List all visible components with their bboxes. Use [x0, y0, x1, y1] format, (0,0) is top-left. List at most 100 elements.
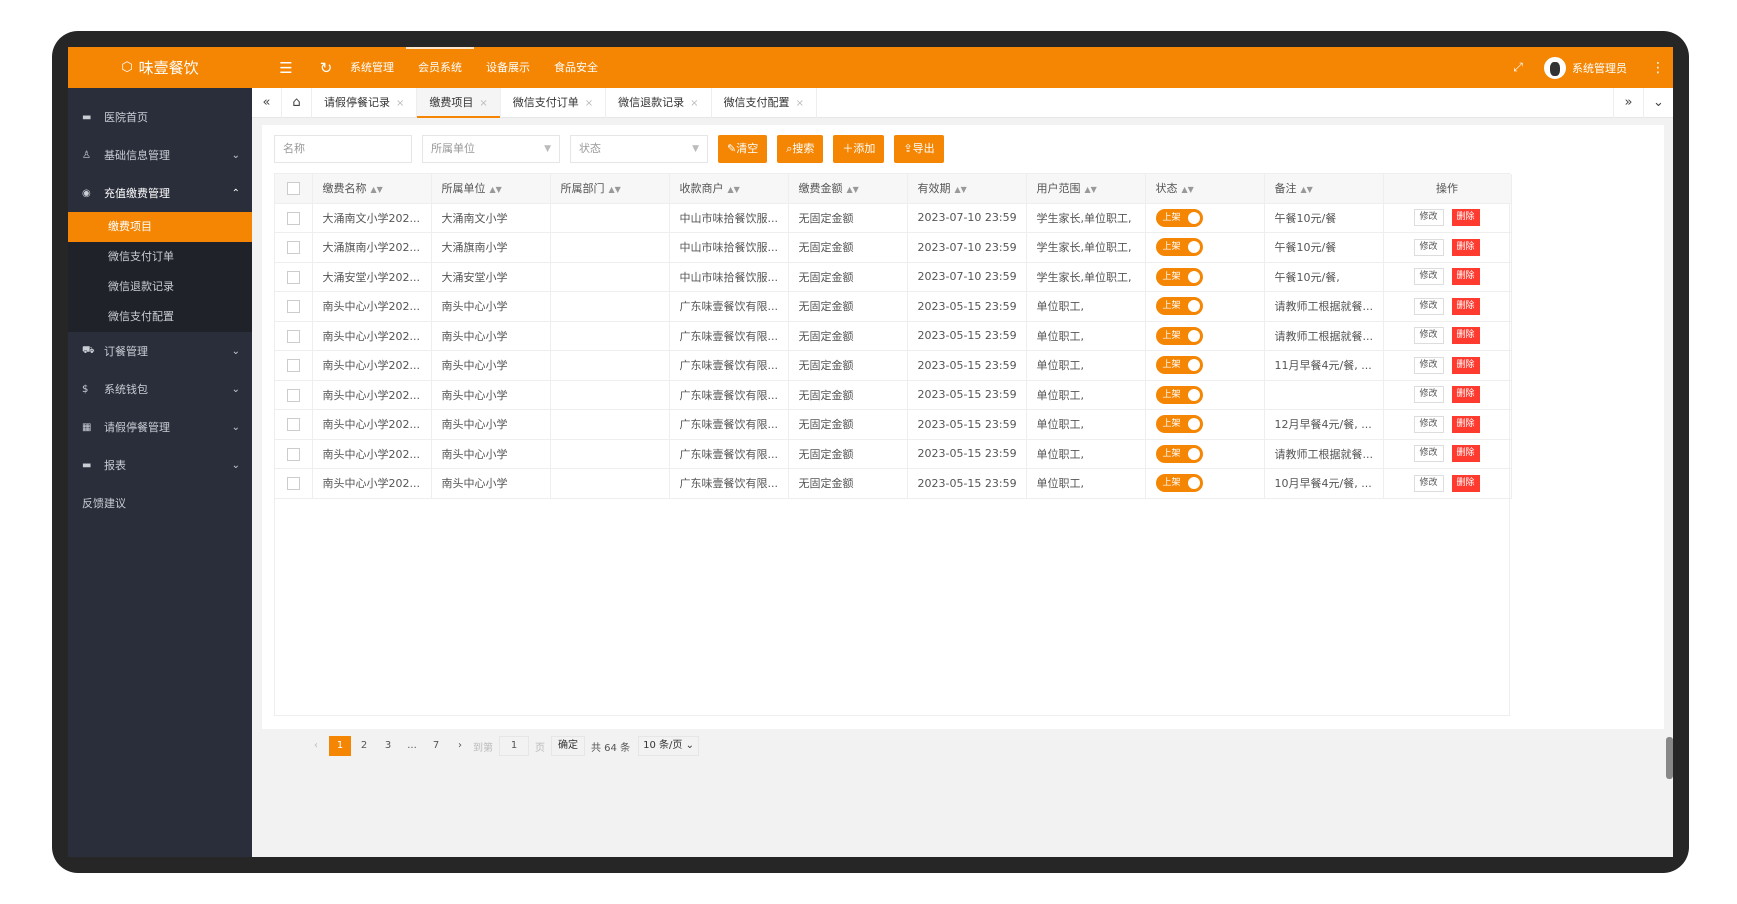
topnav-item-device[interactable]: 设备展示	[474, 47, 542, 88]
tab-wechat-orders[interactable]: 微信支付订单 ×	[501, 87, 607, 118]
tabs-scroll-right-icon[interactable]: »	[1613, 88, 1643, 118]
edit-button[interactable]: 修改	[1413, 415, 1444, 433]
page-button[interactable]: 2	[353, 736, 375, 756]
user-name[interactable]: 系统管理员	[1572, 60, 1627, 76]
row-checkbox[interactable]	[275, 409, 313, 440]
row-checkbox[interactable]	[275, 262, 313, 292]
delete-button[interactable]: 删除	[1451, 386, 1480, 404]
status-toggle[interactable]: 上架	[1155, 385, 1203, 404]
table-row[interactable]: 南头中心小学202... 南头中心小学 广东味壹餐饮有限... 无固定金额 2023-0…	[275, 380, 1512, 410]
delete-button[interactable]: 删除	[1451, 209, 1480, 227]
add-button[interactable]: ＋添加	[833, 135, 885, 163]
status-toggle[interactable]: 上架	[1155, 326, 1203, 345]
close-icon[interactable]: ×	[796, 98, 804, 109]
page-button[interactable]: 7	[425, 736, 447, 756]
status-select[interactable]: 状态 ▼	[570, 135, 708, 163]
home-icon[interactable]: ⌂	[282, 87, 312, 118]
close-icon[interactable]: ×	[396, 98, 404, 109]
table-row[interactable]: 南头中心小学202... 南头中心小学 广东味壹餐饮有限... 无固定金额 2023-0…	[275, 439, 1512, 469]
topnav-item-food-safety[interactable]: 食品安全	[542, 47, 610, 88]
table-row[interactable]: 大涌南文小学202... 大涌南文小学 中山市味拾餐饮服... 无固定金额 2023-0…	[275, 203, 1512, 233]
menu-toggle-icon[interactable]: ☰	[266, 59, 306, 77]
goto-page-input[interactable]: 1	[499, 736, 529, 756]
edit-button[interactable]: 修改	[1413, 268, 1444, 286]
column-header[interactable]: 收款商户 ▲▼	[669, 174, 789, 204]
status-toggle[interactable]: 上架	[1155, 444, 1203, 463]
status-toggle[interactable]: 上架	[1155, 267, 1203, 286]
sidebar-item-home[interactable]: ▬ 医院首页	[68, 98, 252, 136]
delete-button[interactable]: 删除	[1451, 238, 1480, 256]
tab-payment-items[interactable]: 缴费项目 ×	[417, 87, 501, 118]
page-button[interactable]: 1	[329, 736, 351, 756]
table-row[interactable]: 南头中心小学202... 南头中心小学 广东味壹餐饮有限... 无固定金额 2023-0…	[275, 350, 1512, 381]
page-size-select[interactable]: 10 条/页 ⌄	[638, 736, 699, 756]
sidebar-item-leave[interactable]: ▦ 请假停餐管理 ⌄	[68, 408, 252, 446]
tab-wechat-refunds[interactable]: 微信退款记录 ×	[606, 87, 712, 118]
avatar[interactable]	[1544, 56, 1566, 79]
subnav-item-payment-items[interactable]: 缴费项目	[68, 212, 252, 242]
sidebar-item-feedback[interactable]: 反馈建议	[68, 484, 252, 522]
status-toggle[interactable]: 上架	[1155, 474, 1203, 493]
delete-button[interactable]: 删除	[1451, 356, 1480, 374]
tabs-scroll-left-icon[interactable]: «	[252, 87, 282, 118]
row-checkbox[interactable]	[275, 439, 313, 469]
select-all-checkbox[interactable]	[275, 174, 313, 204]
subnav-item-wechat-orders[interactable]: 微信支付订单	[68, 242, 252, 272]
row-checkbox[interactable]	[275, 350, 313, 381]
subnav-item-wechat-config[interactable]: 微信支付配置	[68, 302, 252, 332]
row-checkbox[interactable]	[275, 380, 313, 410]
edit-button[interactable]: 修改	[1413, 209, 1444, 227]
fullscreen-icon[interactable]: ⤢	[1498, 60, 1538, 75]
sidebar-item-wallet[interactable]: $ 系统钱包 ⌄	[68, 370, 252, 408]
close-icon[interactable]: ×	[690, 98, 698, 109]
brand[interactable]: ⬡ 味壹餐饮	[68, 47, 252, 88]
table-row[interactable]: 南头中心小学202... 南头中心小学 广东味壹餐饮有限... 无固定金额 2023-0…	[275, 291, 1512, 322]
row-checkbox[interactable]	[275, 203, 313, 233]
delete-button[interactable]: 删除	[1451, 268, 1480, 286]
close-icon[interactable]: ×	[585, 98, 593, 109]
delete-button[interactable]: 删除	[1451, 297, 1480, 315]
column-header[interactable]: 所属单位 ▲▼	[431, 174, 551, 204]
status-toggle[interactable]: 上架	[1155, 415, 1203, 434]
delete-button[interactable]: 删除	[1451, 474, 1480, 492]
sidebar-item-basic-info[interactable]: ♙ 基础信息管理 ⌄	[68, 136, 252, 174]
clear-button[interactable]: ✎清空	[718, 135, 768, 163]
column-header[interactable]: 状态 ▲▼	[1145, 174, 1265, 204]
row-checkbox[interactable]	[275, 468, 313, 499]
delete-button[interactable]: 删除	[1451, 415, 1480, 433]
chevron-down-icon[interactable]: ⌄	[1643, 88, 1673, 118]
next-page-icon[interactable]: ›	[449, 736, 471, 756]
edit-button[interactable]: 修改	[1413, 327, 1444, 345]
edit-button[interactable]: 修改	[1413, 238, 1444, 256]
unit-select[interactable]: 所属单位 ▼	[422, 135, 560, 163]
subnav-item-wechat-refunds[interactable]: 微信退款记录	[68, 272, 252, 302]
column-header[interactable]: 有效期 ▲▼	[907, 174, 1027, 204]
tab-wechat-config[interactable]: 微信支付配置 ×	[712, 87, 817, 118]
column-header[interactable]: 所属部门 ▲▼	[550, 174, 670, 204]
delete-button[interactable]: 删除	[1451, 445, 1480, 463]
column-header[interactable]: 用户范围 ▲▼	[1026, 174, 1146, 204]
sidebar-item-recharge[interactable]: ◉ 充值缴费管理 ⌃	[68, 174, 252, 212]
row-checkbox[interactable]	[275, 291, 313, 322]
edit-button[interactable]: 修改	[1413, 474, 1444, 492]
table-row[interactable]: 南头中心小学202... 南头中心小学 广东味壹餐饮有限... 无固定金额 2023-0…	[275, 468, 1512, 499]
edit-button[interactable]: 修改	[1413, 386, 1444, 404]
column-header[interactable]: 备注 ▲▼	[1264, 174, 1384, 204]
page-button[interactable]: 3	[377, 736, 399, 756]
topnav-item-member[interactable]: 会员系统	[406, 47, 474, 88]
edit-button[interactable]: 修改	[1413, 297, 1444, 315]
prev-page-icon[interactable]: ‹	[305, 736, 327, 756]
status-toggle[interactable]: 上架	[1155, 238, 1203, 257]
column-header[interactable]: 缴费金额 ▲▼	[788, 174, 908, 204]
edit-button[interactable]: 修改	[1413, 356, 1444, 374]
search-button[interactable]: ⌕搜索	[777, 135, 824, 163]
more-icon[interactable]: ⋮	[1643, 60, 1673, 76]
table-row[interactable]: 南头中心小学202... 南头中心小学 广东味壹餐饮有限... 无固定金额 2023-0…	[275, 409, 1512, 440]
topnav-item-system[interactable]: 系统管理	[338, 47, 406, 88]
edit-button[interactable]: 修改	[1413, 445, 1444, 463]
scrollbar[interactable]	[1666, 737, 1673, 779]
status-toggle[interactable]: 上架	[1155, 356, 1203, 375]
row-checkbox[interactable]	[275, 232, 313, 263]
table-row[interactable]: 南头中心小学202... 南头中心小学 广东味壹餐饮有限... 无固定金额 2023-0…	[275, 321, 1512, 351]
row-checkbox[interactable]	[275, 321, 313, 351]
